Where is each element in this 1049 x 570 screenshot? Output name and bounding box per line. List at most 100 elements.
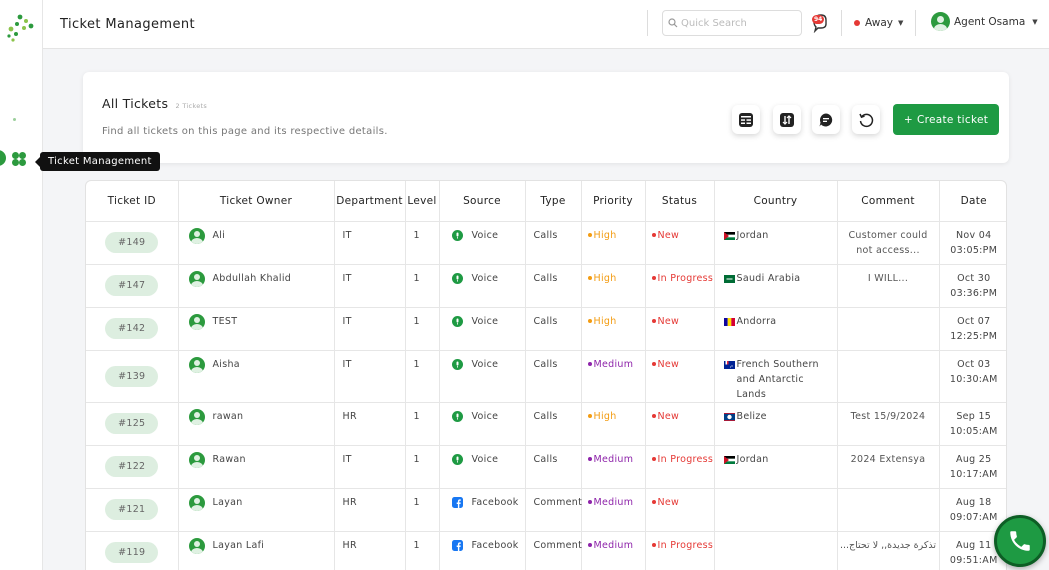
ticket-id-badge[interactable]: #147 [105, 275, 159, 296]
owner-name: Aisha [212, 359, 240, 370]
ticket-id-badge[interactable]: #125 [105, 413, 159, 434]
type-cell: Calls [525, 445, 582, 489]
refresh-button[interactable] [852, 105, 880, 134]
create-ticket-button[interactable]: + Create ticket [893, 104, 999, 135]
table-row[interactable]: #125 rawan HR 1 Voice Calls High New Belize Test … [86, 402, 1007, 446]
tickets-table-card: Ticket ID Ticket Owner Department Level Sour… [85, 180, 1007, 570]
date-day: Oct 03 [957, 358, 991, 370]
table-row[interactable]: #122 Rawan IT 1 Voice Calls Medium In Progress J… [86, 445, 1006, 489]
ticket-id-badge[interactable]: #119 [105, 542, 159, 563]
call-button[interactable] [994, 515, 1046, 567]
comment-cell [837, 350, 940, 403]
notifications-button[interactable]: 94 [809, 13, 831, 34]
status-cell: In Progress [645, 445, 715, 489]
date-day: Nov 04 [956, 229, 992, 241]
country-name: Jordan [736, 453, 769, 465]
ticket-id-cell: #122 [86, 445, 179, 489]
ticket-id-badge[interactable]: #142 [105, 318, 159, 339]
country-cell [714, 531, 838, 570]
table-row[interactable]: #121 Layan HR 1 Facebook Comment Medium New Aug … [86, 488, 1006, 532]
avatar [188, 356, 205, 373]
phone-icon [1010, 531, 1030, 551]
priority-label: High [593, 315, 617, 327]
table-row[interactable]: #139 Aisha IT 1 Voice Calls Medium New French So… [86, 350, 1006, 403]
owner: Layan [179, 494, 334, 511]
search-input[interactable] [681, 17, 796, 29]
refresh-icon [859, 113, 874, 127]
priority-dot [587, 457, 592, 461]
priority-cell: Medium [581, 350, 646, 403]
department-cell: IT [334, 445, 406, 489]
comment-cell: Test 15/9/2024 [837, 402, 940, 446]
level-value: 1 [413, 358, 420, 370]
sidebar-divider-dot [13, 118, 16, 121]
priority-dot [587, 500, 592, 504]
column-header: Status [645, 181, 715, 222]
country-cell: French Southern and Antarctic Lands [714, 350, 838, 403]
owner-name: Ali [212, 230, 226, 241]
ticket-management-icon[interactable] [11, 151, 27, 167]
department-cell: IT [334, 307, 406, 351]
country-cell: Andorra [714, 307, 838, 351]
date: Sep 15 10:05:AM [940, 409, 1007, 439]
andorra-flag [723, 317, 735, 326]
type-value: Calls [533, 315, 558, 327]
country-name: Andorra [736, 315, 777, 327]
type-cell: Comment [525, 531, 582, 570]
source: Voice [440, 229, 525, 241]
status-dropdown[interactable]: Away ▼ [854, 17, 903, 29]
ticket-id-badge[interactable]: #122 [105, 456, 159, 477]
status-label: Away [865, 17, 893, 29]
status-label: In Progress [657, 539, 714, 551]
table-row[interactable]: #119 Layan Lafi HR 1 Facebook Comment Medium In… [86, 531, 1006, 570]
table-view-button[interactable] [732, 105, 760, 134]
table-row[interactable]: #147 Abdullah Khalid IT 1 Voice Calls High In P… [86, 264, 1006, 308]
column-header: Ticket Owner [178, 181, 335, 222]
comment-text: Test 15/9/2024 [850, 410, 926, 422]
status-dot [651, 500, 656, 504]
type-cell: Calls [525, 221, 582, 265]
status: New [646, 359, 714, 370]
owner-name: rawan [212, 411, 244, 422]
table-view-icon [739, 112, 753, 127]
status-label: New [657, 315, 680, 327]
date-time: 10:17:AM [949, 468, 998, 480]
ticket-id-cell: #121 [86, 488, 179, 532]
source: Voice [440, 315, 525, 327]
ticket-id-badge[interactable]: #121 [105, 499, 159, 520]
table-row[interactable]: #142 TEST IT 1 Voice Calls High New Andorra Oct 0… [86, 307, 1006, 351]
ticket-id-badge[interactable]: #149 [105, 232, 159, 253]
type-cell: Calls [525, 350, 582, 403]
table-row[interactable]: #149 Ali IT 1 Voice Calls High New Jordan Custome… [86, 221, 1006, 265]
ticket-id-cell: #142 [86, 307, 179, 351]
app-logo[interactable] [5, 12, 35, 42]
department-value: IT [342, 229, 352, 241]
plus-icon: + [903, 113, 913, 126]
source-label: Voice [471, 410, 499, 422]
date-cell: Sep 15 10:05:AM [939, 402, 1007, 446]
owner: Layan Lafi [179, 537, 334, 554]
status: New [646, 497, 714, 508]
quick-search[interactable] [662, 10, 802, 36]
level-value: 1 [413, 496, 420, 508]
ticket-id-badge[interactable]: #139 [105, 365, 159, 387]
tickets-table: Ticket ID Ticket Owner Department Level Sour… [86, 181, 1007, 570]
user-menu[interactable]: Agent Osama ▼ [931, 12, 1038, 31]
filter-search-button[interactable] [812, 105, 840, 134]
source-cell: Voice [439, 402, 526, 446]
sort-button[interactable] [773, 105, 801, 134]
country-cell: Jordan [714, 445, 838, 489]
source-label: Voice [471, 453, 499, 465]
owner-cell: Layan [178, 488, 335, 532]
owner-cell: Abdullah Khalid [178, 264, 335, 308]
avatar [188, 408, 205, 425]
department-value: IT [342, 358, 352, 370]
status: In Progress [646, 273, 714, 284]
level-cell: 1 [405, 531, 440, 570]
ticket-count: 2 Tickets [175, 102, 208, 110]
priority-cell: High [581, 264, 646, 308]
tf-flag [723, 360, 735, 369]
date-cell: Oct 03 10:30:AM [939, 350, 1006, 403]
owner-name: Layan [212, 497, 243, 508]
level-value: 1 [413, 410, 420, 422]
